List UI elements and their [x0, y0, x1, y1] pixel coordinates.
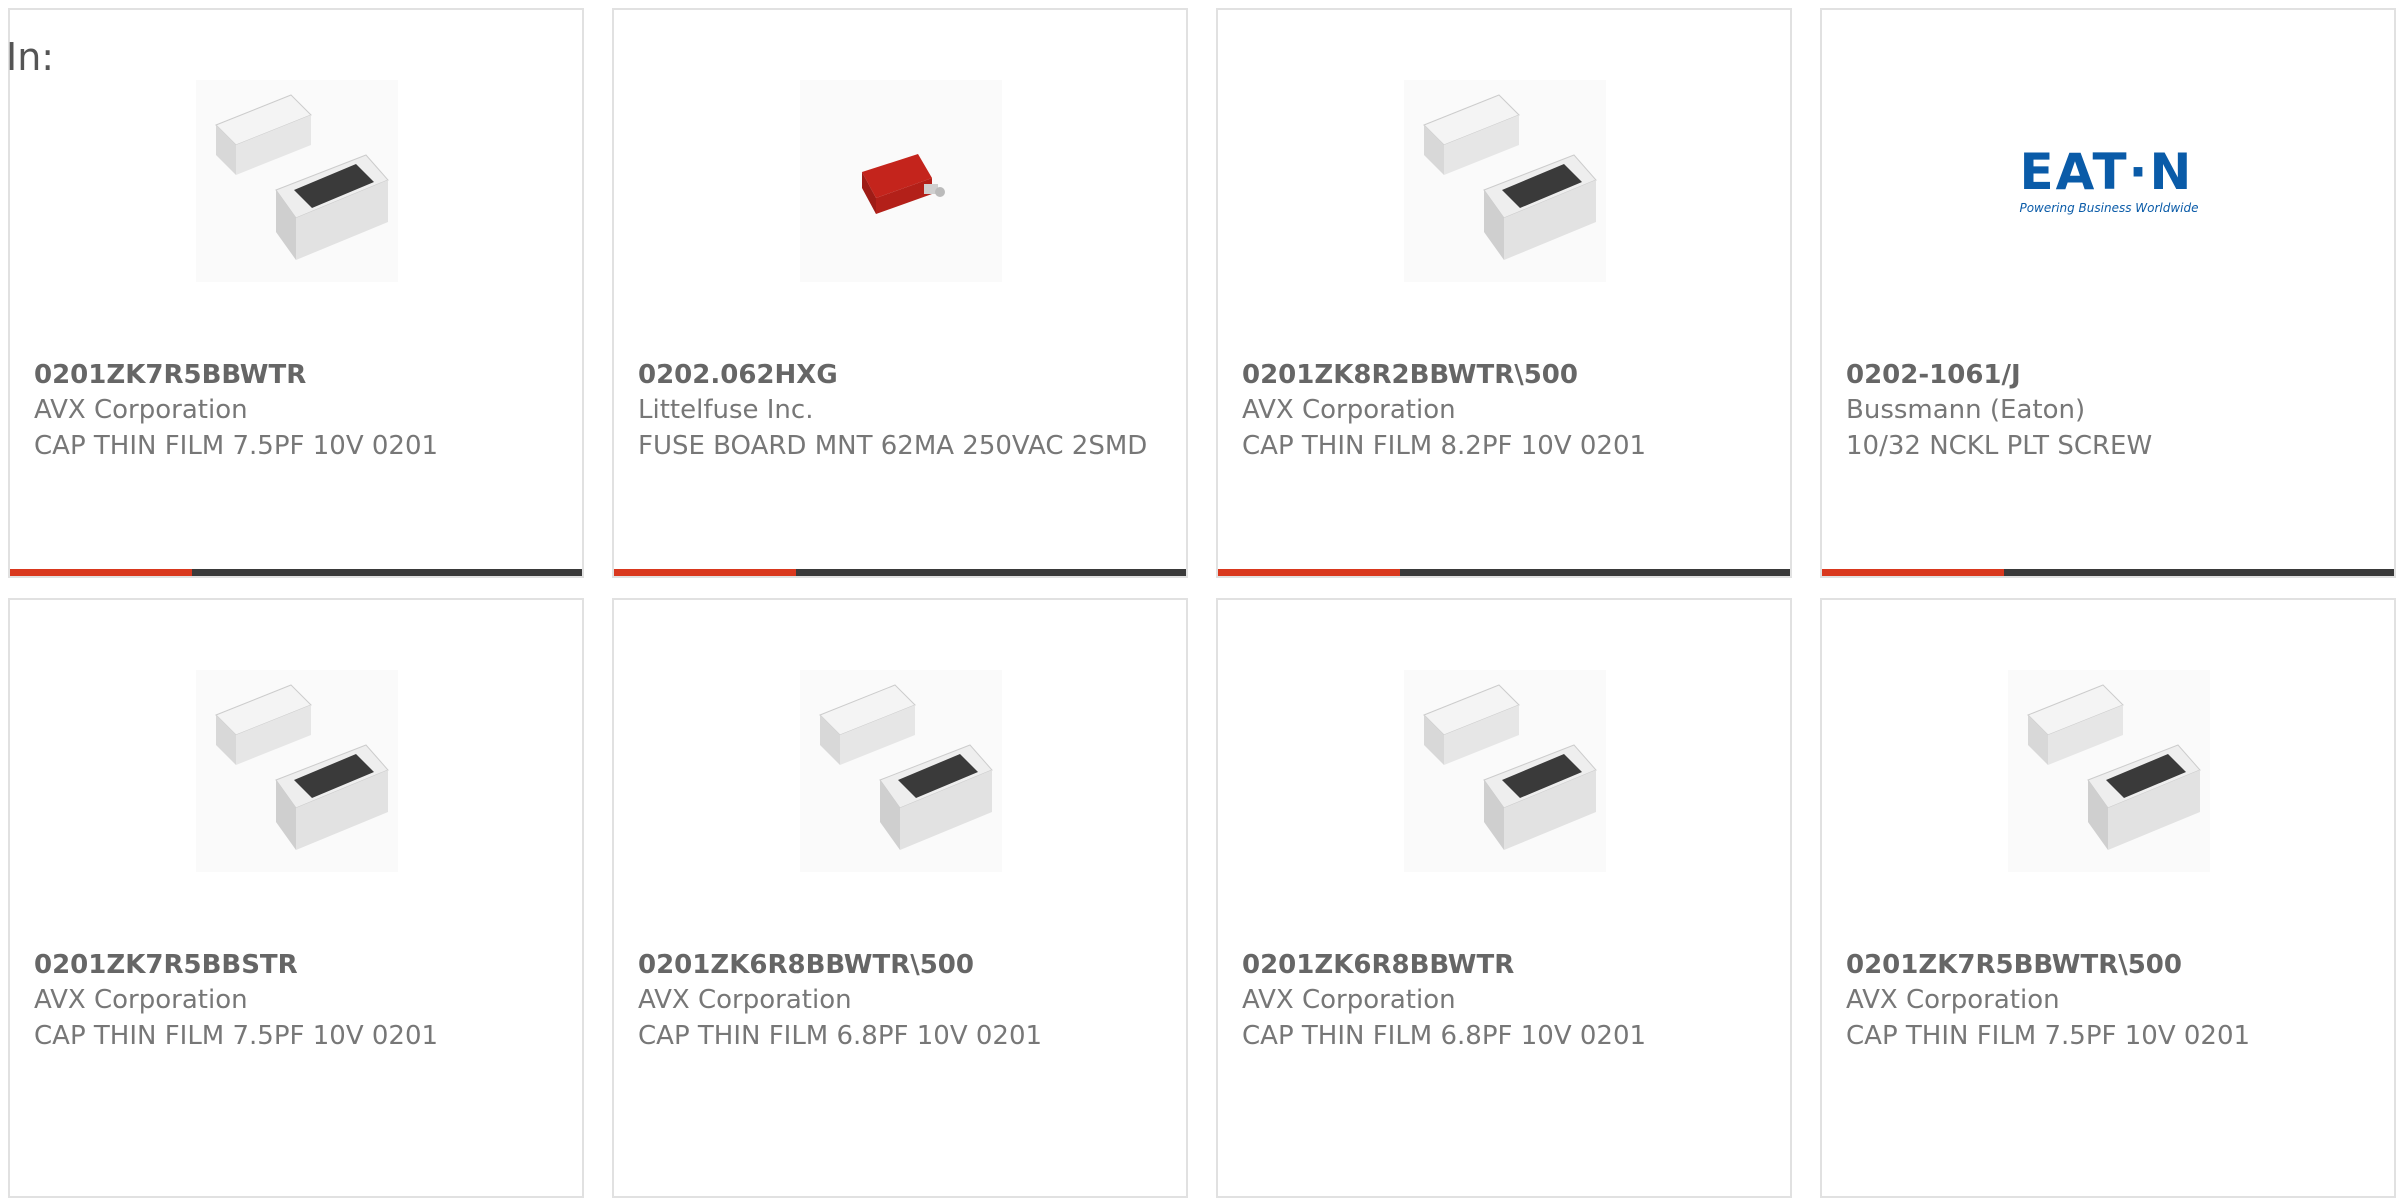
- product-image[interactable]: [2008, 670, 2210, 872]
- card-bar-accent: [614, 569, 796, 576]
- filter-label: In:: [6, 35, 55, 79]
- description: CAP THIN FILM 6.8PF 10V 0201: [1242, 1021, 1647, 1051]
- manufacturer: AVX Corporation: [1242, 985, 1456, 1015]
- product-image[interactable]: [196, 670, 398, 872]
- product-card[interactable]: 0201ZK7R5BBWTR\500 AVX Corporation CAP T…: [1820, 598, 2396, 1198]
- product-card[interactable]: 0201ZK6R8BBWTR\500 AVX Corporation CAP T…: [612, 598, 1188, 1198]
- manufacturer: AVX Corporation: [34, 985, 248, 1015]
- description: CAP THIN FILM 8.2PF 10V 0201: [1242, 431, 1647, 461]
- product-image[interactable]: EAT·N Powering Business Worldwide: [2008, 80, 2210, 282]
- part-number[interactable]: 0202-1061/J: [1846, 360, 2021, 390]
- description: CAP THIN FILM 6.8PF 10V 0201: [638, 1021, 1043, 1051]
- capacitor-chip-image: [215, 684, 389, 850]
- card-bar-accent: [1218, 569, 1400, 576]
- manufacturer: AVX Corporation: [1242, 395, 1456, 425]
- part-number[interactable]: 0201ZK8R2BBWTR\500: [1242, 360, 1578, 390]
- card-bar: [1218, 569, 1790, 576]
- card-bar: [10, 569, 582, 576]
- part-number[interactable]: 0202.062HXG: [638, 360, 838, 390]
- eaton-logo-tagline: Powering Business Worldwide: [2019, 201, 2199, 215]
- description: CAP THIN FILM 7.5PF 10V 0201: [34, 431, 439, 461]
- product-card[interactable]: 0202.062HXG Littelfuse Inc. FUSE BOARD M…: [612, 8, 1188, 578]
- manufacturer: AVX Corporation: [638, 985, 852, 1015]
- part-number[interactable]: 0201ZK7R5BBWTR: [34, 360, 306, 390]
- product-image[interactable]: [196, 80, 398, 282]
- product-image[interactable]: [1404, 80, 1606, 282]
- manufacturer: Littelfuse Inc.: [638, 395, 814, 425]
- capacitor-chip-image: [2027, 684, 2201, 850]
- capacitor-chip-image: [1423, 94, 1597, 260]
- capacitor-chip-image: [1423, 684, 1597, 850]
- card-bar-accent: [10, 569, 192, 576]
- card-bar: [1822, 569, 2394, 576]
- product-image[interactable]: [800, 80, 1002, 282]
- product-card[interactable]: 0201ZK8R2BBWTR\500 AVX Corporation CAP T…: [1216, 8, 1792, 578]
- manufacturer: AVX Corporation: [1846, 985, 2060, 1015]
- part-number[interactable]: 0201ZK6R8BBWTR\500: [638, 950, 974, 980]
- part-number[interactable]: 0201ZK7R5BBWTR\500: [1846, 950, 2182, 980]
- part-number[interactable]: 0201ZK6R8BBWTR: [1242, 950, 1514, 980]
- product-image[interactable]: [1404, 670, 1606, 872]
- product-card[interactable]: 0201ZK6R8BBWTR AVX Corporation CAP THIN …: [1216, 598, 1792, 1198]
- eaton-logo: EAT·N Powering Business Worldwide: [2019, 147, 2198, 215]
- description: FUSE BOARD MNT 62MA 250VAC 2SMD: [638, 431, 1148, 461]
- manufacturer: Bussmann (Eaton): [1846, 395, 2086, 425]
- product-grid: 0201ZK7R5BBWTR AVX Corporation CAP THIN …: [0, 0, 2400, 1198]
- fuse-image: [862, 154, 945, 214]
- product-image[interactable]: [800, 670, 1002, 872]
- manufacturer: AVX Corporation: [34, 395, 248, 425]
- product-card[interactable]: EAT·N Powering Business Worldwide 0202-1…: [1820, 8, 2396, 578]
- description: CAP THIN FILM 7.5PF 10V 0201: [1846, 1021, 2251, 1051]
- part-number[interactable]: 0201ZK7R5BBSTR: [34, 950, 298, 980]
- description: CAP THIN FILM 7.5PF 10V 0201: [34, 1021, 439, 1051]
- description: 10/32 NCKL PLT SCREW: [1846, 431, 2153, 461]
- product-card[interactable]: 0201ZK7R5BBWTR AVX Corporation CAP THIN …: [8, 8, 584, 578]
- capacitor-chip-image: [819, 684, 993, 850]
- card-bar: [614, 569, 1186, 576]
- product-card[interactable]: 0201ZK7R5BBSTR AVX Corporation CAP THIN …: [8, 598, 584, 1198]
- eaton-logo-wordmark: EAT·N: [2019, 143, 2194, 201]
- capacitor-chip-image: [215, 94, 389, 260]
- card-bar-accent: [1822, 569, 2004, 576]
